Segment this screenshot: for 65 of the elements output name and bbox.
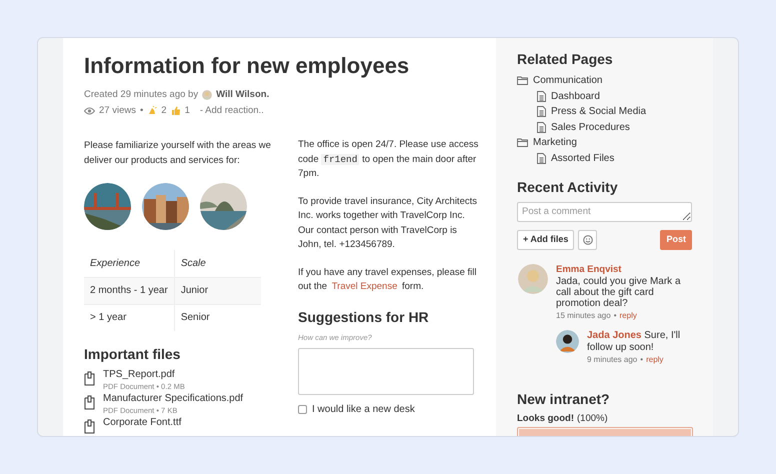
folder-icon	[517, 138, 528, 148]
checkbox-label: I would like a new desk	[312, 402, 415, 416]
comment-time: 15 minutes ago	[556, 310, 611, 322]
tree-item[interactable]: Communication	[517, 73, 692, 88]
intro-text: Please familiarize yourself with the areas we deliver our products and services for:	[84, 139, 272, 168]
comment-text: Jada, could you give Mark a call about the gift card promotion deal?	[556, 276, 682, 309]
comment-text: Jada Jones Sure, I'll follow up soon!	[587, 330, 682, 353]
table-cell: 2 months - 1 year	[84, 277, 174, 304]
file-name[interactable]: Corporate Font.ttf	[103, 417, 182, 429]
section-heading: Suggestions for HR	[298, 308, 430, 326]
tree-item[interactable]: Sales Procedures	[537, 120, 692, 135]
file-icon	[84, 419, 95, 434]
avatar	[518, 264, 548, 294]
checkbox[interactable]	[298, 404, 307, 414]
comment-author: Emma Enqvist	[556, 264, 622, 276]
created-text: Created 29 minutes ago by	[84, 88, 198, 102]
eye-icon	[84, 107, 95, 115]
column-header: Scale	[174, 250, 261, 277]
reply-link[interactable]: reply	[620, 309, 637, 322]
page-title: Information for new employees	[84, 52, 410, 80]
add-files-button[interactable]: + Add files	[517, 230, 574, 250]
table-cell: Senior	[174, 304, 261, 331]
views-count: 27 views	[99, 104, 136, 118]
file-name[interactable]: Manufacturer Specifications.pdf	[103, 393, 244, 405]
table-cell: > 1 year	[84, 304, 174, 331]
file-name[interactable]: TPS_Report.pdf	[103, 369, 185, 381]
paragraph: If you have any travel expenses, please fill out the Travel Expense form.	[298, 266, 478, 294]
suggestion-field[interactable]	[298, 348, 474, 394]
reaction-count: 1	[184, 104, 190, 118]
document-icon	[537, 122, 546, 133]
clap-icon	[147, 106, 158, 116]
tree-item[interactable]: Assorted Files	[537, 150, 692, 166]
separator: •	[614, 310, 617, 322]
document-icon	[537, 90, 546, 102]
section-heading: New intranet?	[517, 390, 611, 408]
poll-option: Looks good!	[517, 412, 574, 425]
author-name: Will Wilson.	[216, 88, 270, 102]
file-icon	[84, 395, 95, 410]
emoji-button[interactable]	[578, 230, 598, 250]
thumbs-up-icon	[170, 106, 181, 116]
reaction-count: 2	[161, 104, 167, 118]
tree-item[interactable]: Dashboard	[537, 88, 692, 104]
tree-item[interactable]: Marketing	[517, 135, 692, 150]
separator: •	[140, 104, 144, 118]
tree-item[interactable]: Press & Social Media	[537, 104, 692, 120]
comment-field[interactable]: Post a comment	[517, 202, 692, 222]
table-cell: Junior	[174, 277, 261, 304]
file-icon	[84, 371, 95, 386]
section-heading: Recent Activity	[517, 178, 619, 196]
paragraph: To provide travel insurance, City Architects Inc. works together with TravelCorp Inc. Our contact person with TravelCorp is John, tel. +123456789.	[298, 194, 478, 252]
document-icon	[537, 152, 546, 164]
folder-icon	[517, 76, 528, 86]
section-heading: Related Pages	[517, 50, 614, 68]
poll-percent: (100%)	[577, 412, 608, 425]
paragraph: The office is open 24/7. Please use access code fr1end to open the main door after 7pm.	[298, 138, 480, 181]
add-reaction-link[interactable]: - Add reaction..	[200, 103, 264, 119]
avatar	[202, 90, 212, 100]
document-icon	[537, 106, 546, 118]
smiley-icon	[582, 235, 593, 245]
reply-link[interactable]: reply	[646, 353, 664, 366]
comment-time: 9 minutes ago	[587, 354, 638, 366]
separator: •	[640, 354, 644, 366]
avatar	[556, 330, 579, 353]
travel-expense-link[interactable]: Travel Expense	[330, 281, 400, 292]
section-heading: Important files	[84, 345, 182, 363]
